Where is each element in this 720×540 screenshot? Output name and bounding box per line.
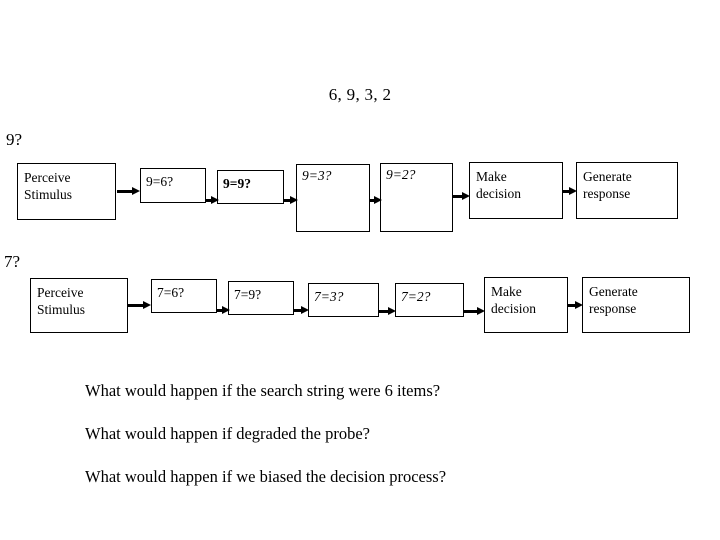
box-compare-9-3: 9=3? — [296, 164, 370, 232]
arrow-head — [569, 187, 577, 195]
box-label: 7=9? — [234, 287, 262, 302]
box-label: Perceive Stimulus — [37, 285, 86, 317]
arrow-row2-3 — [293, 306, 310, 315]
arrow-row1-6 — [562, 187, 578, 196]
arrow-head — [301, 306, 309, 314]
box-label: Generate response — [583, 169, 632, 201]
box-compare-7-2: 7=2? — [395, 283, 464, 317]
arrow-row1-2 — [205, 196, 219, 205]
box-compare-9-9: 9=9? — [217, 170, 284, 204]
box-compare-9-2: 9=2? — [380, 163, 453, 232]
box-make-decision-row1: Make decision — [469, 162, 563, 219]
row-label-9: 9? — [6, 130, 23, 149]
arrow-head — [211, 196, 219, 204]
arrow-head — [388, 307, 396, 315]
box-generate-response-row2: Generate response — [582, 277, 690, 333]
arrow-head — [290, 196, 298, 204]
row-label-7: 7? — [4, 252, 21, 271]
box-compare-9-6: 9=6? — [140, 168, 206, 203]
arrow-row1-1 — [117, 187, 140, 196]
arrow-row2-6 — [567, 301, 584, 310]
slide-canvas: 6, 9, 3, 2 9? Perceive Stimulus 9=6? 9=9… — [0, 0, 720, 540]
arrow-head — [132, 187, 140, 195]
box-perceive-stimulus-row1: Perceive Stimulus — [17, 163, 116, 220]
arrow-row1-5 — [453, 192, 471, 201]
box-label: Make decision — [476, 169, 521, 201]
question-line-1: What would happen if the search string w… — [85, 381, 441, 400]
arrow-head — [222, 306, 230, 314]
page-title: 6, 9, 3, 2 — [328, 85, 392, 104]
arrow-row2-4 — [378, 307, 397, 316]
arrow-row1-3 — [283, 196, 298, 205]
arrow-row2-2 — [216, 306, 230, 315]
box-compare-7-6: 7=6? — [151, 279, 217, 313]
box-label: Make decision — [491, 284, 536, 316]
arrow-row1-4 — [369, 196, 382, 205]
arrow-head — [462, 192, 470, 200]
box-label: Perceive Stimulus — [24, 170, 73, 202]
arrow-head — [575, 301, 583, 309]
box-label: Generate response — [589, 284, 638, 316]
box-label: 7=6? — [157, 285, 185, 300]
box-label: 7=3? — [314, 289, 344, 304]
box-label: 9=9? — [223, 176, 251, 191]
box-perceive-stimulus-row2: Perceive Stimulus — [30, 278, 128, 333]
arrow-row2-1 — [128, 301, 152, 310]
box-make-decision-row2: Make decision — [484, 277, 568, 333]
box-compare-7-3: 7=3? — [308, 283, 379, 317]
box-generate-response-row1: Generate response — [576, 162, 678, 219]
box-compare-7-9: 7=9? — [228, 281, 294, 315]
question-line-3: What would happen if we biased the decis… — [85, 467, 447, 486]
box-label: 9=2? — [386, 167, 416, 182]
arrow-head — [143, 301, 151, 309]
arrow-head — [477, 307, 485, 315]
question-line-2: What would happen if degraded the probe? — [85, 424, 370, 443]
arrow-head — [374, 196, 382, 204]
box-label: 7=2? — [401, 289, 431, 304]
box-label: 9=6? — [146, 174, 174, 189]
box-label: 9=3? — [302, 168, 332, 183]
arrow-shaft — [117, 190, 133, 193]
arrow-row2-5 — [463, 307, 486, 316]
